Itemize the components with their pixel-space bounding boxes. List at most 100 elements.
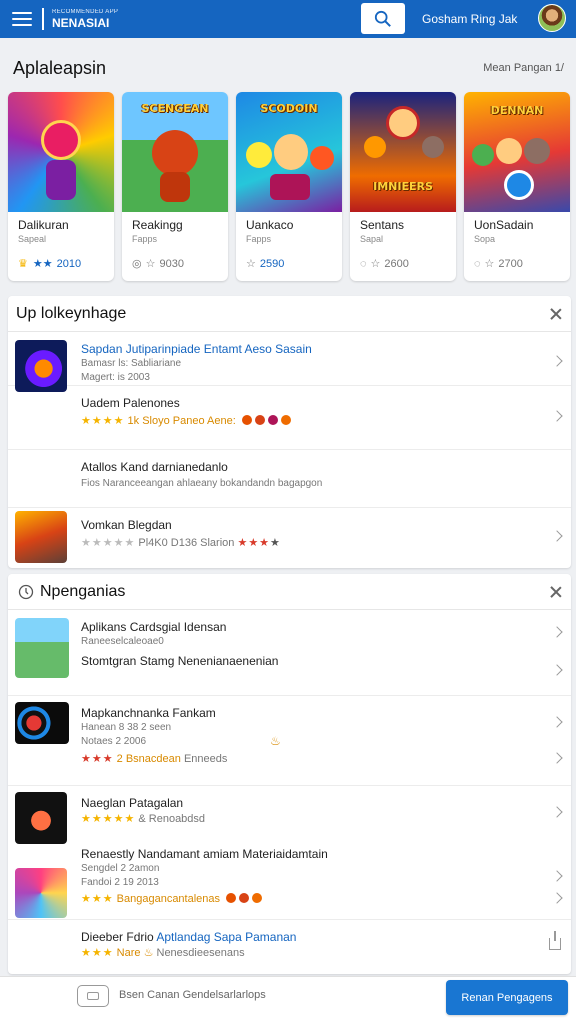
- list-item-rating: ★★★ 2 Bsnacdean Enneeds: [81, 753, 228, 765]
- star-outline-icon: ☆: [484, 258, 495, 270]
- hamburger-menu-icon[interactable]: [12, 12, 32, 26]
- rating-stars: ★★★: [81, 753, 114, 765]
- clock-icon: [18, 584, 34, 599]
- bell-icon: ♨: [270, 734, 281, 748]
- share-icon[interactable]: [549, 931, 561, 950]
- rating-stars-red: ★★★: [237, 537, 271, 549]
- close-icon[interactable]: [549, 585, 563, 599]
- bell-icon: ♨: [143, 947, 154, 959]
- card-subtitle: Sopa: [474, 234, 496, 244]
- card-banner-text: DENNAN: [490, 104, 544, 117]
- card-subtitle: Sapeal: [18, 234, 47, 244]
- list-item[interactable]: Uadem Palenones ★★★★ 1k Sloyo Paneo Aene…: [8, 386, 571, 450]
- star-outline-icon: ☆: [246, 258, 256, 270]
- star-icon: ★★: [32, 258, 53, 270]
- card-title: Dalikuran: [18, 218, 69, 232]
- recommend-panel-title: Npenganias: [40, 582, 126, 600]
- star-outline-icon: ☆: [145, 258, 156, 270]
- chevron-right-icon: [551, 530, 563, 542]
- chevron-right-icon: [551, 806, 563, 818]
- featured-card[interactable]: SCENGEAN Reakingg Fapps ◎ ☆ 9030: [122, 92, 228, 281]
- list-item-title: Sapdan Jutiparinpiade Entamt Aeso Sasain: [81, 342, 312, 356]
- rating-stars: ★★★★: [81, 415, 125, 427]
- app-icon: [15, 792, 67, 844]
- chat-bubble-icon: ◌: [360, 257, 367, 270]
- list-item-rating: ★★★ Nare ♨ Nenesdieesenans: [81, 947, 245, 959]
- card-thumbnail: SCODOIN: [236, 92, 342, 212]
- chevron-right-icon: [551, 355, 563, 367]
- chevron-right-icon: [551, 626, 563, 638]
- crown-icon: ♛: [18, 258, 29, 270]
- featured-card[interactable]: SCODOIN Uankaco Fapps ☆ 2590: [236, 92, 342, 281]
- user-avatar[interactable]: [538, 4, 566, 32]
- card-rating: ◎ ☆ 9030: [132, 257, 184, 271]
- list-item[interactable]: Dieeber Fdrio Aptlandag Sapa Pamanan ★★★…: [8, 920, 571, 974]
- chat-icon[interactable]: [77, 985, 109, 1007]
- card-title: Reakingg: [132, 218, 183, 232]
- search-button[interactable]: [361, 3, 405, 34]
- account-label[interactable]: Gosham Ring Jak: [422, 12, 517, 26]
- featured-section-title: Aplaleapsin: [13, 58, 107, 78]
- featured-see-more-link[interactable]: Mean Pangan 1/: [483, 62, 564, 74]
- close-icon[interactable]: [549, 307, 563, 321]
- brand-logo[interactable]: RECOMMENDED APP NENASIAI: [52, 9, 118, 29]
- featured-card[interactable]: IMNIEERS Sentans Sapal ◌ ☆ 2600: [350, 92, 456, 281]
- chevron-right-icon: [551, 664, 563, 676]
- reaction-icon: [239, 893, 250, 903]
- list-item[interactable]: Sapdan Jutiparinpiade Entamt Aeso Sasain…: [8, 332, 571, 392]
- app-icon: [15, 868, 67, 918]
- list-item-subtitle: Hanean 8 38 2 seen: [81, 722, 172, 733]
- card-subtitle: Sapal: [360, 234, 384, 244]
- reaction-icon: [254, 415, 265, 425]
- list-item-title: Dieeber Fdrio Aptlandag Sapa Pamanan: [81, 930, 297, 944]
- card-rating: ♛ ★★ 2010: [18, 257, 82, 271]
- list-item-rating: ★★★★ 1k Sloyo Paneo Aene:: [81, 414, 291, 427]
- top-app-bar: RECOMMENDED APP NENASIAI Gosham Ring Jak: [0, 0, 576, 38]
- brand-divider: [42, 8, 44, 30]
- rating-stars: ★★★: [81, 893, 114, 905]
- list-item-title: Stomtgran Stamg Nenenianaenenian: [81, 654, 279, 668]
- badge-icon: ◌: [474, 257, 481, 270]
- updates-panel-header: Up lolkeynhage: [8, 296, 571, 332]
- card-title: Sentans: [360, 218, 405, 232]
- card-subtitle: Fapps: [132, 234, 158, 244]
- app-icon: [15, 511, 67, 563]
- reaction-icon: [252, 893, 263, 903]
- list-item-title: Uadem Palenones: [81, 396, 180, 410]
- list-item[interactable]: Atallos Kand darnianedanlo Fios Narancee…: [8, 450, 571, 508]
- list-item-title: Aplikans Cardsgial Idensan: [81, 620, 227, 634]
- reaction-icon: [280, 415, 291, 425]
- chevron-right-icon: [551, 716, 563, 728]
- list-item-subtitle: Bamasr ls: Sabliariane: [81, 358, 182, 369]
- recommend-panel: Npenganias Aplikans Cardsgial Idensan Ra…: [8, 574, 571, 974]
- list-item[interactable]: Mapkanchnanka Fankam Hanean 8 38 2 seen …: [8, 696, 571, 786]
- list-item[interactable]: Aplikans Cardsgial Idensan Raneeselcaleo…: [8, 610, 571, 696]
- chevron-right-icon: [551, 892, 563, 904]
- card-title: Uankaco: [246, 218, 294, 232]
- list-item[interactable]: Naeglan Patagalan ★★★★★ & Renoabdsd Rena…: [8, 786, 571, 920]
- card-banner-text: SCENGEAN: [141, 102, 209, 115]
- list-item-meta: Fandoi 2 19 2013: [81, 877, 159, 888]
- list-item-subtitle: Raneeselcaleoae0: [81, 636, 164, 647]
- card-thumbnail: SCENGEAN: [122, 92, 228, 212]
- list-item-subtitle: Fios Naranceeangan ahlaeany bokandandn b…: [81, 478, 323, 489]
- bottom-bar: Bsen Canan Gendelsarlarlops Renan Pengag…: [0, 976, 576, 1024]
- featured-card[interactable]: Dalikuran Sapeal ♛ ★★ 2010: [8, 92, 114, 281]
- card-thumbnail: [8, 92, 114, 212]
- list-item-meta: Notaes 2 2006: [81, 736, 147, 747]
- app-icon: [15, 618, 69, 678]
- featured-card[interactable]: DENNAN UonSadain Sopa ◌ ☆ 2700: [464, 92, 570, 281]
- reaction-icon: [226, 893, 237, 903]
- updates-panel: Up lolkeynhage Sapdan Jutiparinpiade Ent…: [8, 296, 571, 568]
- list-item[interactable]: Vomkan Blegdan ★★★★★ Pl4K0 D136 Slarion …: [8, 508, 571, 568]
- bottom-bar-text: Bsen Canan Gendelsarlarlops: [119, 989, 266, 1001]
- app-icon: [15, 702, 69, 744]
- primary-cta-button[interactable]: Renan Pengagens: [446, 980, 568, 1015]
- updates-panel-title: Up lolkeynhage: [16, 304, 127, 322]
- badge-icon: ◎: [132, 258, 142, 270]
- list-item-title: Mapkanchnanka Fankam: [81, 706, 216, 720]
- search-icon: [374, 10, 391, 27]
- list-item-title: Renaestly Nandamant amiam Materiaidamtai…: [81, 847, 328, 861]
- rating-stars: ★★★: [81, 947, 114, 959]
- card-banner-text: IMNIEERS: [373, 180, 433, 193]
